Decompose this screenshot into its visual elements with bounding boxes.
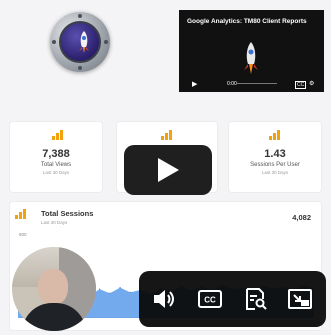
- stat-label: Total Views: [40, 162, 72, 168]
- bar-chart-icon: [269, 130, 281, 140]
- play-icon: [158, 158, 179, 182]
- video-control-bar: ▶ 0:00 CC ⚙: [187, 80, 317, 89]
- player-controls: CC: [139, 271, 326, 327]
- picture-in-picture-icon[interactable]: [287, 287, 313, 311]
- chart-title: Total Sessions: [41, 209, 94, 218]
- stat-subtitle: Last 30 Days: [42, 170, 70, 175]
- video-timecode: 0:00: [227, 81, 237, 87]
- play-icon[interactable]: ▶: [192, 80, 197, 88]
- bar-chart-icon: [52, 130, 64, 140]
- chart-subtitle: Last 30 Days: [41, 220, 68, 225]
- stat-card-total-views: 7,388 Total Views Last 30 Days: [10, 122, 102, 192]
- y-axis-top-label: 500: [19, 232, 27, 237]
- closed-captions-icon[interactable]: CC: [197, 287, 223, 311]
- app-logo: [50, 12, 110, 72]
- logo-rocket-badge: [59, 21, 101, 63]
- data-point: [99, 288, 101, 290]
- video-progress-track[interactable]: [237, 83, 277, 84]
- rocket-launch-icon: [244, 42, 258, 74]
- presenter-webcam: [12, 247, 96, 331]
- bar-chart-icon: [15, 209, 27, 219]
- rocket-icon: [79, 31, 89, 53]
- stat-card-sessions-per-user: 1.43 Sessions Per User Last 30 Days: [229, 122, 321, 192]
- video-preview[interactable]: Google Analytics: TM80 Client Reports ▶ …: [179, 10, 324, 92]
- presenter-head: [38, 269, 68, 305]
- volume-icon[interactable]: [151, 287, 177, 311]
- stat-label: Sessions Per User: [250, 162, 300, 168]
- play-button[interactable]: [124, 145, 212, 195]
- data-point: [129, 291, 131, 293]
- captions-icon[interactable]: CC: [295, 81, 307, 89]
- chart-total: 4,082: [292, 213, 311, 222]
- settings-icon[interactable]: ⚙: [309, 80, 314, 87]
- transcript-search-icon[interactable]: [243, 287, 269, 311]
- data-point: [119, 287, 121, 289]
- stat-value: 1.43: [264, 148, 286, 160]
- stat-subtitle: Last 30 Days: [261, 170, 289, 175]
- video-title: Google Analytics: TM80 Client Reports: [187, 18, 307, 25]
- stat-value: 7,388: [42, 148, 70, 160]
- data-point: [109, 292, 111, 294]
- svg-text:CC: CC: [204, 296, 216, 305]
- bar-chart-icon: [161, 130, 173, 140]
